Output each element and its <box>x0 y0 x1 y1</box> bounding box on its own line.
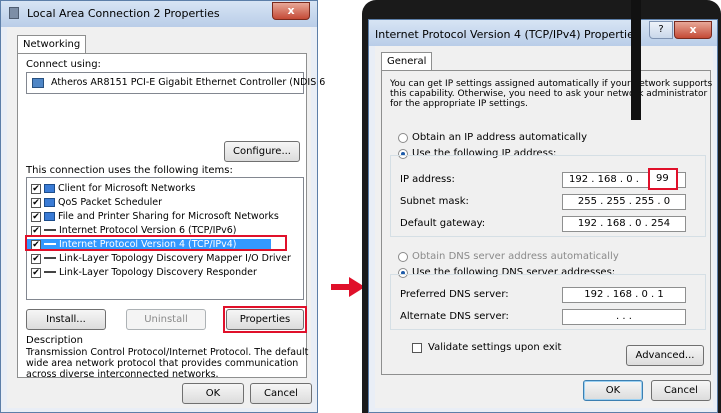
right-arrow-icon <box>331 277 365 297</box>
description-line-1: Transmission Control Protocol/Internet P… <box>26 347 309 358</box>
tab-general[interactable]: General <box>381 52 433 70</box>
network-icon <box>9 7 19 19</box>
properties-highlight <box>223 306 307 333</box>
checkbox[interactable]: ✔ <box>31 253 41 264</box>
intro-line-2: this capability. Otherwise, you need to … <box>390 89 708 99</box>
networking-panel: Connect using: Atheros AR8151 PCI-E Giga… <box>17 53 325 380</box>
list-item[interactable]: ✔ File and Printer Sharing for Microsoft … <box>31 211 279 223</box>
obtain-ip-label[interactable]: Obtain an IP address automatically <box>412 132 587 143</box>
advanced-button[interactable]: Advanced... <box>626 345 704 366</box>
cancel-button[interactable]: Cancel <box>250 383 312 404</box>
help-button[interactable]: ? <box>649 21 673 39</box>
gateway-label: Default gateway: <box>400 218 486 229</box>
ok-button[interactable]: OK <box>583 380 643 401</box>
checkbox[interactable]: ✔ <box>31 211 41 222</box>
cancel-button[interactable]: Cancel <box>651 380 711 401</box>
gateway-field[interactable]: 192 . 168 . 0 . 254 <box>562 216 686 232</box>
description-group: Description Transmission Control Protoco… <box>26 335 308 380</box>
window-body: General You can get IP settings assigned… <box>375 46 713 408</box>
list-item[interactable]: ✔ Link-Layer Topology Discovery Mapper I/… <box>31 253 291 265</box>
obtain-dns-label: Obtain DNS server address automatically <box>412 251 619 262</box>
obtain-dns-radio <box>398 252 408 262</box>
description-line-3: across diverse interconnected networks. <box>26 369 219 380</box>
checkbox[interactable]: ✔ <box>31 225 41 236</box>
install-button[interactable]: Install... <box>26 309 106 330</box>
ip-last-octet[interactable]: 99 <box>656 173 669 184</box>
ok-button[interactable]: OK <box>182 383 244 404</box>
uninstall-button: Uninstall <box>126 309 206 330</box>
description-label: Description <box>26 335 83 346</box>
checkbox[interactable]: ✔ <box>31 183 41 194</box>
general-panel: You can get IP settings assigned automat… <box>381 70 713 375</box>
window-body: Networking Connect using: Atheros AR8151… <box>7 27 325 408</box>
list-item[interactable]: ✔ Client for Microsoft Networks <box>31 183 195 195</box>
description-line-2: wide area network protocol that provides… <box>26 358 299 369</box>
list-item[interactable]: ✔ QoS Packet Scheduler <box>31 197 162 209</box>
subnet-mask-field[interactable]: 255 . 255 . 255 . 0 <box>562 194 686 210</box>
list-item[interactable]: ✔ Link-Layer Topology Discovery Responder <box>31 267 257 279</box>
configure-button[interactable]: Configure... <box>224 141 300 162</box>
ip-last-octet-highlight: 99 <box>648 168 678 190</box>
checkbox[interactable]: ✔ <box>31 267 41 278</box>
tab-networking[interactable]: Networking <box>17 35 87 53</box>
protocol-icon <box>44 269 56 273</box>
intro-line-1: You can get IP settings assigned automat… <box>390 79 713 89</box>
window-title: Local Area Connection 2 Properties <box>27 7 220 20</box>
intro-line-3: for the appropriate IP settings. <box>390 99 528 109</box>
title-bar[interactable]: Local Area Connection 2 Properties x <box>1 1 317 27</box>
adapter-icon <box>32 78 44 88</box>
window-title: Internet Protocol Version 4 (TCP/IPv4) P… <box>375 28 640 41</box>
protocol-icon <box>44 255 56 259</box>
obtain-ip-radio[interactable] <box>398 133 408 143</box>
adapter-name: Atheros AR8151 PCI-E Gigabit Ethernet Co… <box>51 77 326 88</box>
close-button[interactable]: x <box>674 21 712 39</box>
alternate-dns-label: Alternate DNS server: <box>400 311 509 322</box>
service-icon <box>44 198 55 207</box>
title-bar[interactable]: Internet Protocol Version 4 (TCP/IPv4) P… <box>369 20 717 46</box>
preferred-dns-field[interactable]: 192 . 168 . 0 . 1 <box>562 287 686 303</box>
preferred-dns-label: Preferred DNS server: <box>400 289 509 300</box>
checkbox[interactable]: ✔ <box>31 197 41 208</box>
connection-properties-window: Local Area Connection 2 Properties x Net… <box>0 0 325 413</box>
connect-using-label: Connect using: <box>26 59 101 70</box>
client-icon <box>44 184 55 193</box>
alternate-dns-field[interactable]: . . . <box>562 309 686 325</box>
service-icon <box>44 212 55 221</box>
items-label: This connection uses the following items… <box>26 165 233 176</box>
ipv4-properties-window: Internet Protocol Version 4 (TCP/IPv4) P… <box>368 19 718 413</box>
validate-label[interactable]: Validate settings upon exit <box>428 342 561 353</box>
subnet-mask-label: Subnet mask: <box>400 196 469 207</box>
ipv4-highlight <box>25 235 287 251</box>
callout-pointer <box>631 0 641 120</box>
protocol-icon <box>44 227 56 231</box>
close-button[interactable]: x <box>272 2 310 20</box>
ip-address-label: IP address: <box>400 174 455 185</box>
adapter-box: Atheros AR8151 PCI-E Gigabit Ethernet Co… <box>26 72 325 94</box>
validate-checkbox[interactable] <box>412 343 422 353</box>
